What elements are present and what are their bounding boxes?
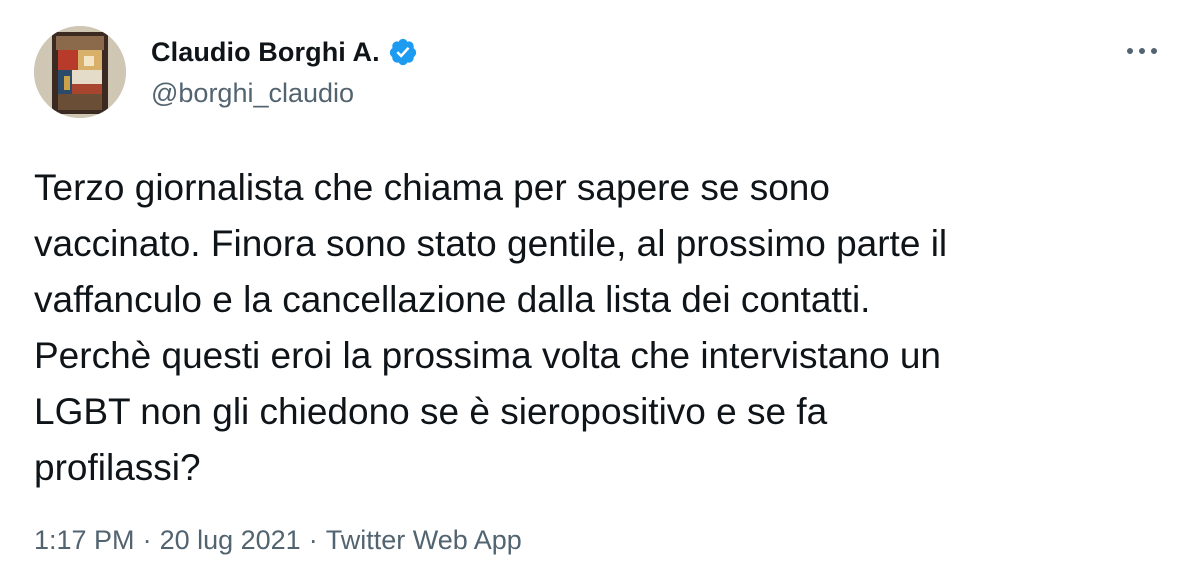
avatar[interactable] bbox=[34, 26, 126, 118]
meta-separator: · bbox=[142, 525, 152, 555]
tweet-date[interactable]: 20 lug 2021 bbox=[160, 525, 301, 556]
meta-separator: · bbox=[308, 525, 318, 555]
author-display-name[interactable]: Claudio Borghi A. bbox=[151, 37, 380, 68]
verified-badge-icon bbox=[388, 37, 418, 67]
tweet-meta: 1:17 PM · 20 lug 2021 · Twitter Web App bbox=[34, 525, 522, 556]
more-horizontal-icon bbox=[1127, 48, 1157, 54]
tweet-source[interactable]: Twitter Web App bbox=[326, 525, 522, 556]
avatar-painting-icon bbox=[34, 26, 126, 118]
author-handle[interactable]: @borghi_claudio bbox=[151, 78, 354, 109]
tweet-time[interactable]: 1:17 PM bbox=[34, 525, 135, 556]
tweet-card: Claudio Borghi A. @borghi_claudio Terzo … bbox=[0, 0, 1196, 586]
tweet-text: Terzo giornalista che chiama per sapere … bbox=[34, 167, 948, 488]
author-name-row: Claudio Borghi A. bbox=[151, 35, 418, 69]
more-options-button[interactable] bbox=[1122, 36, 1162, 66]
